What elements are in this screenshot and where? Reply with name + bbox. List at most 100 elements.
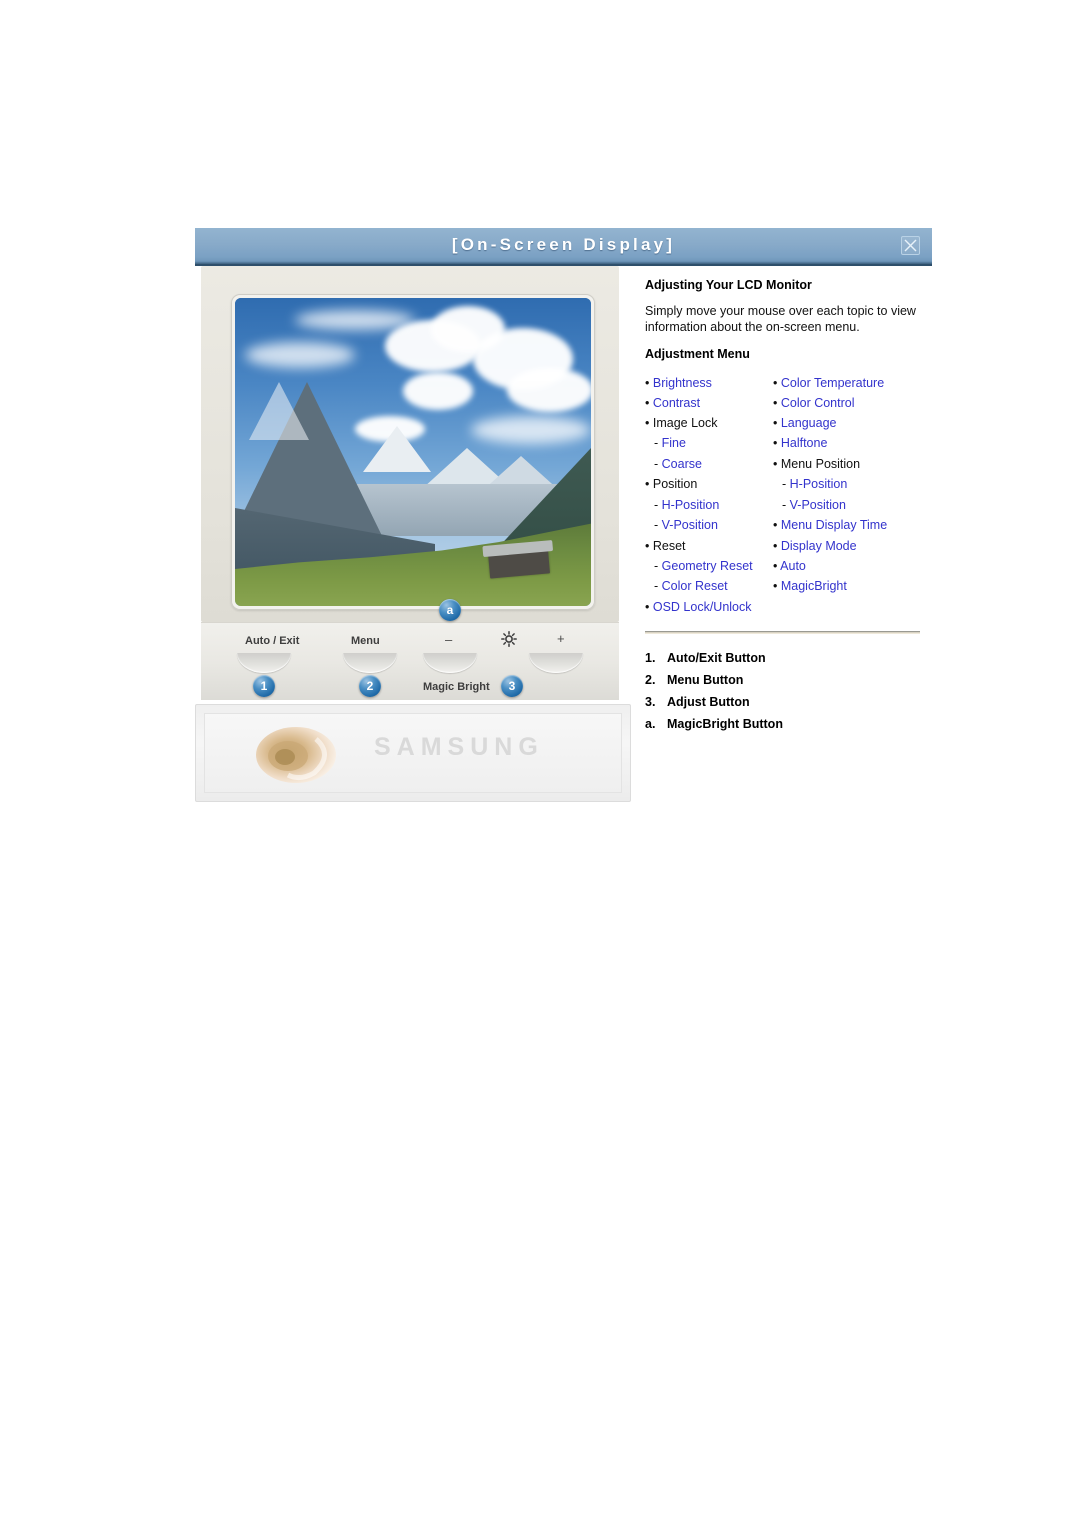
adjust-minus-button[interactable] — [423, 653, 477, 673]
menu-item-contrast[interactable]: • Contrast — [645, 393, 773, 413]
cloud-shape — [471, 416, 591, 444]
monitor-illustration: Auto / Exit Menu – + Magic Bright 1 2 3 … — [195, 266, 631, 802]
menu-item-label: Color Reset — [661, 579, 728, 593]
menu-item-v-position[interactable]: - V-Position — [773, 495, 920, 516]
menu-item-label: OSD Lock/Unlock — [652, 599, 752, 614]
menu-item-position: • Position — [645, 474, 773, 495]
menu-item-bullet: - — [654, 497, 662, 512]
mountain-hut — [487, 547, 551, 579]
menu-item-bullet: - — [654, 558, 662, 573]
badge-a[interactable]: a — [439, 599, 461, 621]
adjustment-menu-list: • Brightness • Color Temperature • Contras… — [645, 373, 920, 617]
auto-exit-label: Auto / Exit — [245, 635, 300, 647]
menu-item-auto[interactable]: • Auto — [773, 556, 920, 577]
cloud-shape — [245, 342, 355, 368]
menu-item-label: Geometry Reset — [661, 558, 753, 573]
menu-item-label: Color Control — [780, 396, 855, 410]
menu-item-display-mode[interactable]: • Display Mode — [773, 536, 920, 556]
legend-number: 2. — [645, 672, 656, 687]
menu-item-label: Auto — [780, 558, 806, 573]
legend-number: a. — [645, 716, 656, 731]
menu-item-coarse[interactable]: - Coarse — [645, 454, 773, 475]
menu-item-label: Reset — [652, 538, 686, 553]
menu-item-magicbright[interactable]: • MagicBright — [773, 576, 920, 597]
adjust-plus-button[interactable] — [529, 653, 583, 673]
menu-item-bullet: • — [773, 416, 781, 430]
menu-item-label: Color Temperature — [780, 376, 885, 390]
menu-item-label: Display Mode — [780, 538, 857, 553]
menu-label: Menu — [351, 635, 380, 647]
menu-item-label: Fine — [661, 436, 686, 450]
menu-item-color-temperature[interactable]: • Color Temperature — [773, 373, 920, 393]
menu-item-bullet: • — [645, 416, 653, 430]
osd-dialog: [On-Screen Display] Auto / Exit Menu – +… — [195, 228, 932, 802]
menu-item-fine[interactable]: - Fine — [645, 433, 773, 454]
badge-3[interactable]: 3 — [501, 675, 523, 697]
intro-text: Simply move your mouse over each topic t… — [645, 304, 916, 334]
section-heading: Adjusting Your LCD Monitor — [645, 278, 812, 292]
menu-item-image-lock: • Image Lock — [645, 413, 773, 433]
menu-item-geometry-reset[interactable]: - Geometry Reset — [645, 556, 773, 577]
menu-item-h-position[interactable]: - H-Position — [773, 474, 920, 495]
menu-item-bullet: • — [773, 436, 781, 450]
menu-item-bullet: • — [773, 396, 781, 410]
menu-item-label: Contrast — [652, 396, 701, 410]
info-panel: Adjusting Your LCD Monitor Simply move y… — [631, 266, 932, 735]
menu-item-label: V-Position — [661, 518, 718, 532]
legend-row: 2. Menu Button — [645, 669, 920, 691]
magicbright-label: Magic Bright — [423, 681, 490, 693]
monitor-base: SAMSUNG — [195, 704, 631, 802]
nautilus-shell-icon — [254, 725, 338, 785]
menu-item-label: Language — [780, 416, 837, 430]
cloud-shape — [295, 310, 415, 330]
menu-item-language[interactable]: • Language — [773, 413, 920, 433]
close-icon[interactable] — [901, 236, 920, 255]
monitor-screen-frame — [231, 294, 595, 610]
menu-item-label: MagicBright — [780, 579, 847, 593]
monitor-control-panel: Auto / Exit Menu – + Magic Bright 1 2 3 … — [201, 599, 619, 700]
page-title: [On-Screen Display] — [451, 235, 676, 254]
legend-number: 3. — [645, 694, 656, 709]
menu-item-reset: • Reset — [645, 536, 773, 556]
menu-item-label: Coarse — [661, 456, 702, 471]
menu-item-halftone[interactable]: • Halftone — [773, 433, 920, 454]
menu-item-color-control[interactable]: • Color Control — [773, 393, 920, 413]
menu-item-label: Brightness — [652, 376, 712, 390]
menu-item-menu-display-time[interactable]: • Menu Display Time — [773, 515, 920, 536]
menu-item-bullet: • — [645, 477, 653, 491]
menu-item-bullet: • — [773, 456, 781, 471]
menu-item-color-reset[interactable]: - Color Reset — [645, 576, 773, 597]
menu-item-label: Position — [652, 477, 698, 491]
menu-item-bullet: • — [645, 376, 653, 390]
menu-item-bullet: • — [773, 538, 781, 553]
legend-row: 1. Auto/Exit Button — [645, 647, 920, 669]
menu-item-menu-position: • Menu Position — [773, 454, 920, 475]
legend-row: 3. Adjust Button — [645, 691, 920, 713]
menu-button[interactable] — [343, 653, 397, 673]
adjustment-menu-heading: Adjustment Menu — [645, 347, 750, 361]
menu-item-bullet: - — [654, 436, 662, 450]
badge-1[interactable]: 1 — [253, 675, 275, 697]
dialog-titlebar: [On-Screen Display] — [195, 228, 932, 266]
monitor-bezel — [201, 266, 619, 622]
menu-item-bullet: • — [645, 599, 653, 614]
cloud-shape — [507, 368, 591, 412]
badge-2[interactable]: 2 — [359, 675, 381, 697]
menu-item-bullet: - — [654, 518, 662, 532]
menu-item-label: Menu Display Time — [780, 518, 888, 532]
menu-item-bullet: • — [645, 538, 653, 553]
menu-item-label: Image Lock — [652, 416, 718, 430]
section-divider — [645, 630, 920, 634]
menu-item-h-position[interactable]: - H-Position — [645, 495, 773, 516]
menu-item-brightness[interactable]: • Brightness — [645, 373, 773, 393]
cloud-shape — [403, 372, 473, 410]
auto-exit-button[interactable] — [237, 653, 291, 673]
dialog-body: Auto / Exit Menu – + Magic Bright 1 2 3 … — [195, 266, 932, 802]
menu-item-bullet: • — [773, 579, 781, 593]
menu-item-osd-lock-unlock[interactable]: • OSD Lock/Unlock — [645, 597, 773, 617]
menu-item-bullet: - — [654, 456, 662, 471]
menu-item-bullet: • — [773, 376, 781, 390]
menu-item-v-position[interactable]: - V-Position — [645, 515, 773, 536]
legend-label: Menu Button — [667, 672, 744, 687]
brightness-sun-icon — [501, 631, 517, 652]
